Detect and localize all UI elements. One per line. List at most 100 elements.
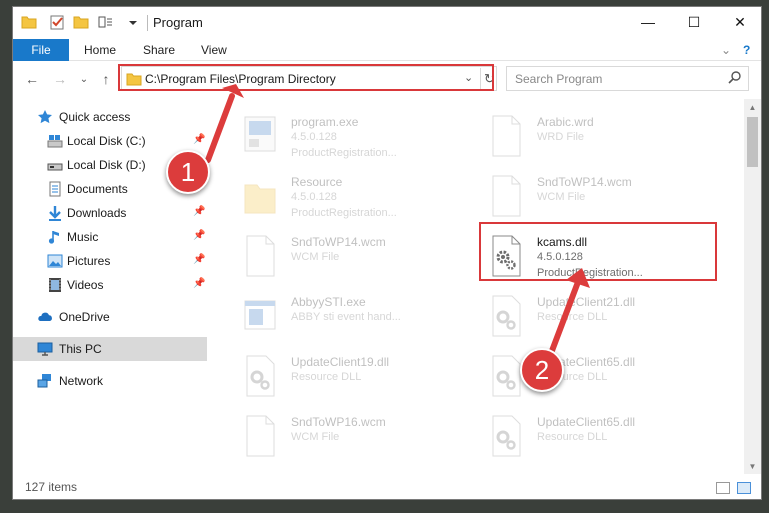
new-folder-icon[interactable] — [73, 14, 89, 30]
file-item[interactable]: UpdateClient21.dll Resource DLL — [469, 287, 709, 345]
maximize-button[interactable]: ☐ — [671, 7, 717, 37]
back-button[interactable]: ← — [23, 70, 41, 88]
pin-icon[interactable]: 📌 — [193, 230, 205, 241]
search-input[interactable]: Search Program — [515, 72, 602, 86]
chevron-down-icon: ⌄ — [79, 73, 89, 85]
file-item[interactable]: UpdateClient65.dll Resource DLL — [469, 347, 709, 405]
help-icon[interactable]: ? — [743, 43, 750, 57]
music-icon — [48, 231, 59, 244]
file-name: AbbyySTI.exe — [291, 295, 366, 309]
tab-view[interactable]: View — [201, 43, 227, 57]
arrow-up-icon: ↑ — [102, 71, 110, 87]
nav-label: Quick access — [59, 110, 131, 124]
file-detail: ProductRegistration... — [291, 147, 397, 159]
search-box[interactable]: Search Program — [506, 66, 749, 91]
nav-item-pictures[interactable]: Pictures 📌 — [13, 249, 207, 273]
close-icon: ✕ — [734, 13, 746, 30]
scroll-down-icon[interactable]: ▼ — [744, 458, 761, 474]
details-view-icon[interactable] — [716, 482, 730, 494]
dll-gear-icon — [246, 355, 275, 397]
nav-label: OneDrive — [59, 310, 110, 324]
callout-badge-2: 2 — [520, 348, 564, 392]
file-detail: ProductRegistration... — [291, 207, 397, 219]
dll-gear-icon — [492, 355, 521, 397]
download-icon — [49, 206, 61, 221]
dll-gear-icon — [492, 415, 521, 457]
forward-button[interactable]: → — [51, 70, 69, 88]
arrow-right-icon: → — [53, 71, 67, 87]
nav-item-music[interactable]: Music 📌 — [13, 225, 207, 249]
nav-item-network[interactable]: Network — [13, 369, 207, 393]
search-icon[interactable] — [727, 70, 743, 86]
blank-file-icon — [246, 235, 275, 277]
network-icon — [37, 374, 51, 388]
status-bar: 127 items — [13, 477, 761, 499]
properties-icon[interactable] — [49, 14, 65, 30]
file-item[interactable]: SndToWP16.wcm WCM File — [223, 407, 463, 465]
nav-item-downloads[interactable]: Downloads 📌 — [13, 201, 207, 225]
file-item[interactable]: SndToWP14.wcm WCM File — [469, 167, 709, 225]
nav-item-onedrive[interactable]: OneDrive — [13, 305, 207, 329]
tab-home[interactable]: Home — [84, 43, 116, 57]
minimize-button[interactable]: — — [625, 7, 671, 37]
vertical-scrollbar[interactable]: ▲ ▼ — [744, 99, 761, 474]
file-item[interactable]: UpdateClient65.dll Resource DLL — [469, 407, 709, 465]
drive-icon — [47, 163, 63, 171]
file-name: Resource — [291, 175, 343, 189]
close-button[interactable]: ✕ — [717, 7, 761, 37]
nav-label: Videos — [67, 278, 104, 292]
file-highlight — [479, 222, 717, 281]
recent-locations-button[interactable]: ⌄ — [75, 70, 93, 88]
ribbon-tabs: File Home Share View ⌄ ? — [13, 39, 761, 61]
blank-file-icon — [492, 115, 521, 157]
file-detail: WCM File — [291, 251, 340, 263]
file-name: UpdateClient65.dll — [537, 415, 636, 429]
tab-share[interactable]: Share — [143, 43, 175, 57]
nav-item-quick-access[interactable]: Quick access — [13, 105, 207, 129]
tiles-view-icon[interactable] — [737, 482, 751, 494]
minimize-icon: — — [641, 14, 655, 30]
file-item[interactable]: program.exe 4.5.0.128 ProductRegistratio… — [223, 107, 463, 165]
file-detail: WCM File — [537, 191, 586, 203]
pin-icon[interactable]: 📌 — [193, 134, 205, 145]
tab-file[interactable]: File — [13, 39, 69, 61]
nav-item-this-pc[interactable]: This PC — [13, 337, 207, 361]
blank-file-icon — [492, 175, 521, 217]
callout-badge-1: 1 — [166, 150, 210, 194]
app-window-icon — [244, 300, 276, 330]
nav-item-videos[interactable]: Videos 📌 — [13, 273, 207, 297]
cloud-icon — [38, 312, 52, 321]
file-detail: 4.5.0.128 — [291, 191, 337, 203]
file-item[interactable]: UpdateClient19.dll Resource DLL — [223, 347, 463, 405]
folder-icon — [244, 184, 276, 214]
maximize-icon: ☐ — [687, 13, 701, 30]
title-separator — [147, 15, 148, 31]
file-name: UpdateClient21.dll — [537, 295, 636, 309]
computer-icon — [37, 342, 53, 356]
videos-icon — [49, 278, 61, 292]
file-detail: ABBY sti event hand... — [291, 311, 401, 323]
file-item[interactable]: Arabic.wrd WRD File — [469, 107, 709, 165]
file-list: program.exe 4.5.0.128 ProductRegistratio… — [213, 99, 743, 474]
dll-gear-icon — [492, 295, 521, 337]
pin-icon[interactable]: 📌 — [193, 278, 205, 289]
file-detail: WCM File — [291, 431, 340, 443]
scroll-thumb[interactable] — [747, 117, 758, 167]
chevron-down-icon[interactable] — [125, 14, 141, 30]
customize-toolbar-icon[interactable] — [97, 14, 113, 30]
drive-icon — [47, 135, 63, 148]
pin-icon[interactable]: 📌 — [193, 254, 205, 265]
scroll-up-icon[interactable]: ▲ — [744, 99, 761, 115]
address-bar-highlight — [118, 64, 494, 91]
file-item[interactable]: SndToWP14.wcm WCM File — [223, 227, 463, 285]
file-name: program.exe — [291, 115, 359, 129]
nav-item-local-disk-c[interactable]: Local Disk (C:) 📌 — [13, 129, 207, 153]
file-item[interactable]: AbbyySTI.exe ABBY sti event hand... — [223, 287, 463, 345]
file-item[interactable]: Resource 4.5.0.128 ProductRegistration..… — [223, 167, 463, 225]
up-button[interactable]: ↑ — [97, 70, 115, 88]
expand-ribbon-icon[interactable]: ⌄ — [721, 43, 731, 57]
pictures-icon — [47, 254, 63, 268]
file-detail: 4.5.0.128 — [291, 131, 337, 143]
file-detail: Resource DLL — [291, 371, 362, 383]
pin-icon[interactable]: 📌 — [193, 206, 205, 217]
